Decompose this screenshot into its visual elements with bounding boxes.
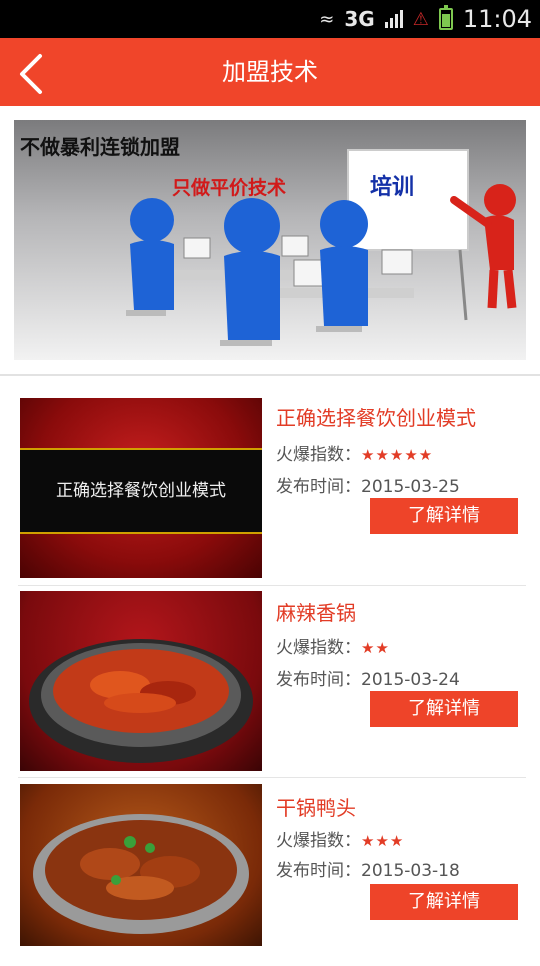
- hot-index: 火爆指数：★★: [276, 633, 390, 658]
- item-thumbnail: [20, 784, 262, 946]
- banner-headline: 不做暴利连锁加盟: [20, 135, 180, 159]
- date-label: 发布时间：: [276, 861, 361, 881]
- star-rating: ★★: [361, 639, 390, 657]
- wifi-icon: ≈: [319, 8, 335, 30]
- title-bar: 加盟技术: [0, 38, 540, 106]
- thumbnail-caption: 正确选择餐饮创业模式: [20, 448, 262, 534]
- publish-date: 发布时间：2015-03-25: [276, 472, 460, 497]
- spicy-pot-image: [29, 639, 253, 763]
- item-thumbnail: 正确选择餐饮创业模式: [20, 398, 262, 578]
- date-label: 发布时间：: [276, 670, 361, 690]
- publish-date: 发布时间：2015-03-24: [276, 665, 460, 690]
- star-rating: ★★★★★: [361, 446, 434, 464]
- hot-index-label: 火爆指数：: [276, 445, 361, 465]
- chevron-left-icon: [20, 54, 42, 94]
- list-item[interactable]: 麻辣香锅 火爆指数：★★ 发布时间：2015-03-24 了解详情: [18, 591, 526, 773]
- date-value: 2015-03-25: [361, 477, 460, 497]
- signal-icon: [384, 10, 403, 28]
- item-thumbnail: [20, 591, 262, 771]
- banner-subline: 只做平价技术: [172, 176, 286, 199]
- battery-icon: [438, 5, 453, 30]
- training-illustration: 不做暴利连锁加盟 只做平价技术 培训: [20, 135, 517, 346]
- date-label: 发布时间：: [276, 477, 361, 497]
- date-value: 2015-03-18: [361, 861, 460, 881]
- star-rating: ★★★: [361, 832, 405, 850]
- status-bar: ≈ 3G ⚠ 11:04: [0, 0, 540, 38]
- divider: [18, 585, 526, 586]
- list-item[interactable]: 正确选择餐饮创业模式 正确选择餐饮创业模式 火爆指数：★★★★★ 发布时间：20…: [18, 398, 526, 580]
- banner-image[interactable]: 不做暴利连锁加盟 只做平价技术 培训: [14, 120, 526, 360]
- details-button[interactable]: 了解详情: [370, 691, 518, 727]
- item-title[interactable]: 干锅鸭头: [276, 792, 356, 821]
- hot-index-label: 火爆指数：: [276, 638, 361, 658]
- publish-date: 发布时间：2015-03-18: [276, 856, 460, 881]
- item-title[interactable]: 麻辣香锅: [276, 597, 356, 626]
- hot-index-label: 火爆指数：: [276, 831, 361, 851]
- divider: [18, 777, 526, 778]
- details-button[interactable]: 了解详情: [370, 884, 518, 920]
- date-value: 2015-03-24: [361, 670, 460, 690]
- clock: 11:04: [462, 5, 532, 33]
- details-button[interactable]: 了解详情: [370, 498, 518, 534]
- alert-icon: ⚠: [412, 8, 429, 30]
- duck-head-pot-image: [33, 814, 249, 934]
- hot-index: 火爆指数：★★★: [276, 826, 404, 851]
- list-item[interactable]: 干锅鸭头 火爆指数：★★★ 发布时间：2015-03-18 了解详情: [18, 784, 526, 966]
- banner-tagline: 培训: [370, 174, 414, 200]
- back-button[interactable]: [6, 44, 62, 100]
- divider: [0, 374, 540, 376]
- network-type: 3G: [344, 7, 375, 31]
- hot-index: 火爆指数：★★★★★: [276, 440, 433, 465]
- item-title[interactable]: 正确选择餐饮创业模式: [276, 402, 476, 431]
- page-title: 加盟技术: [222, 58, 318, 86]
